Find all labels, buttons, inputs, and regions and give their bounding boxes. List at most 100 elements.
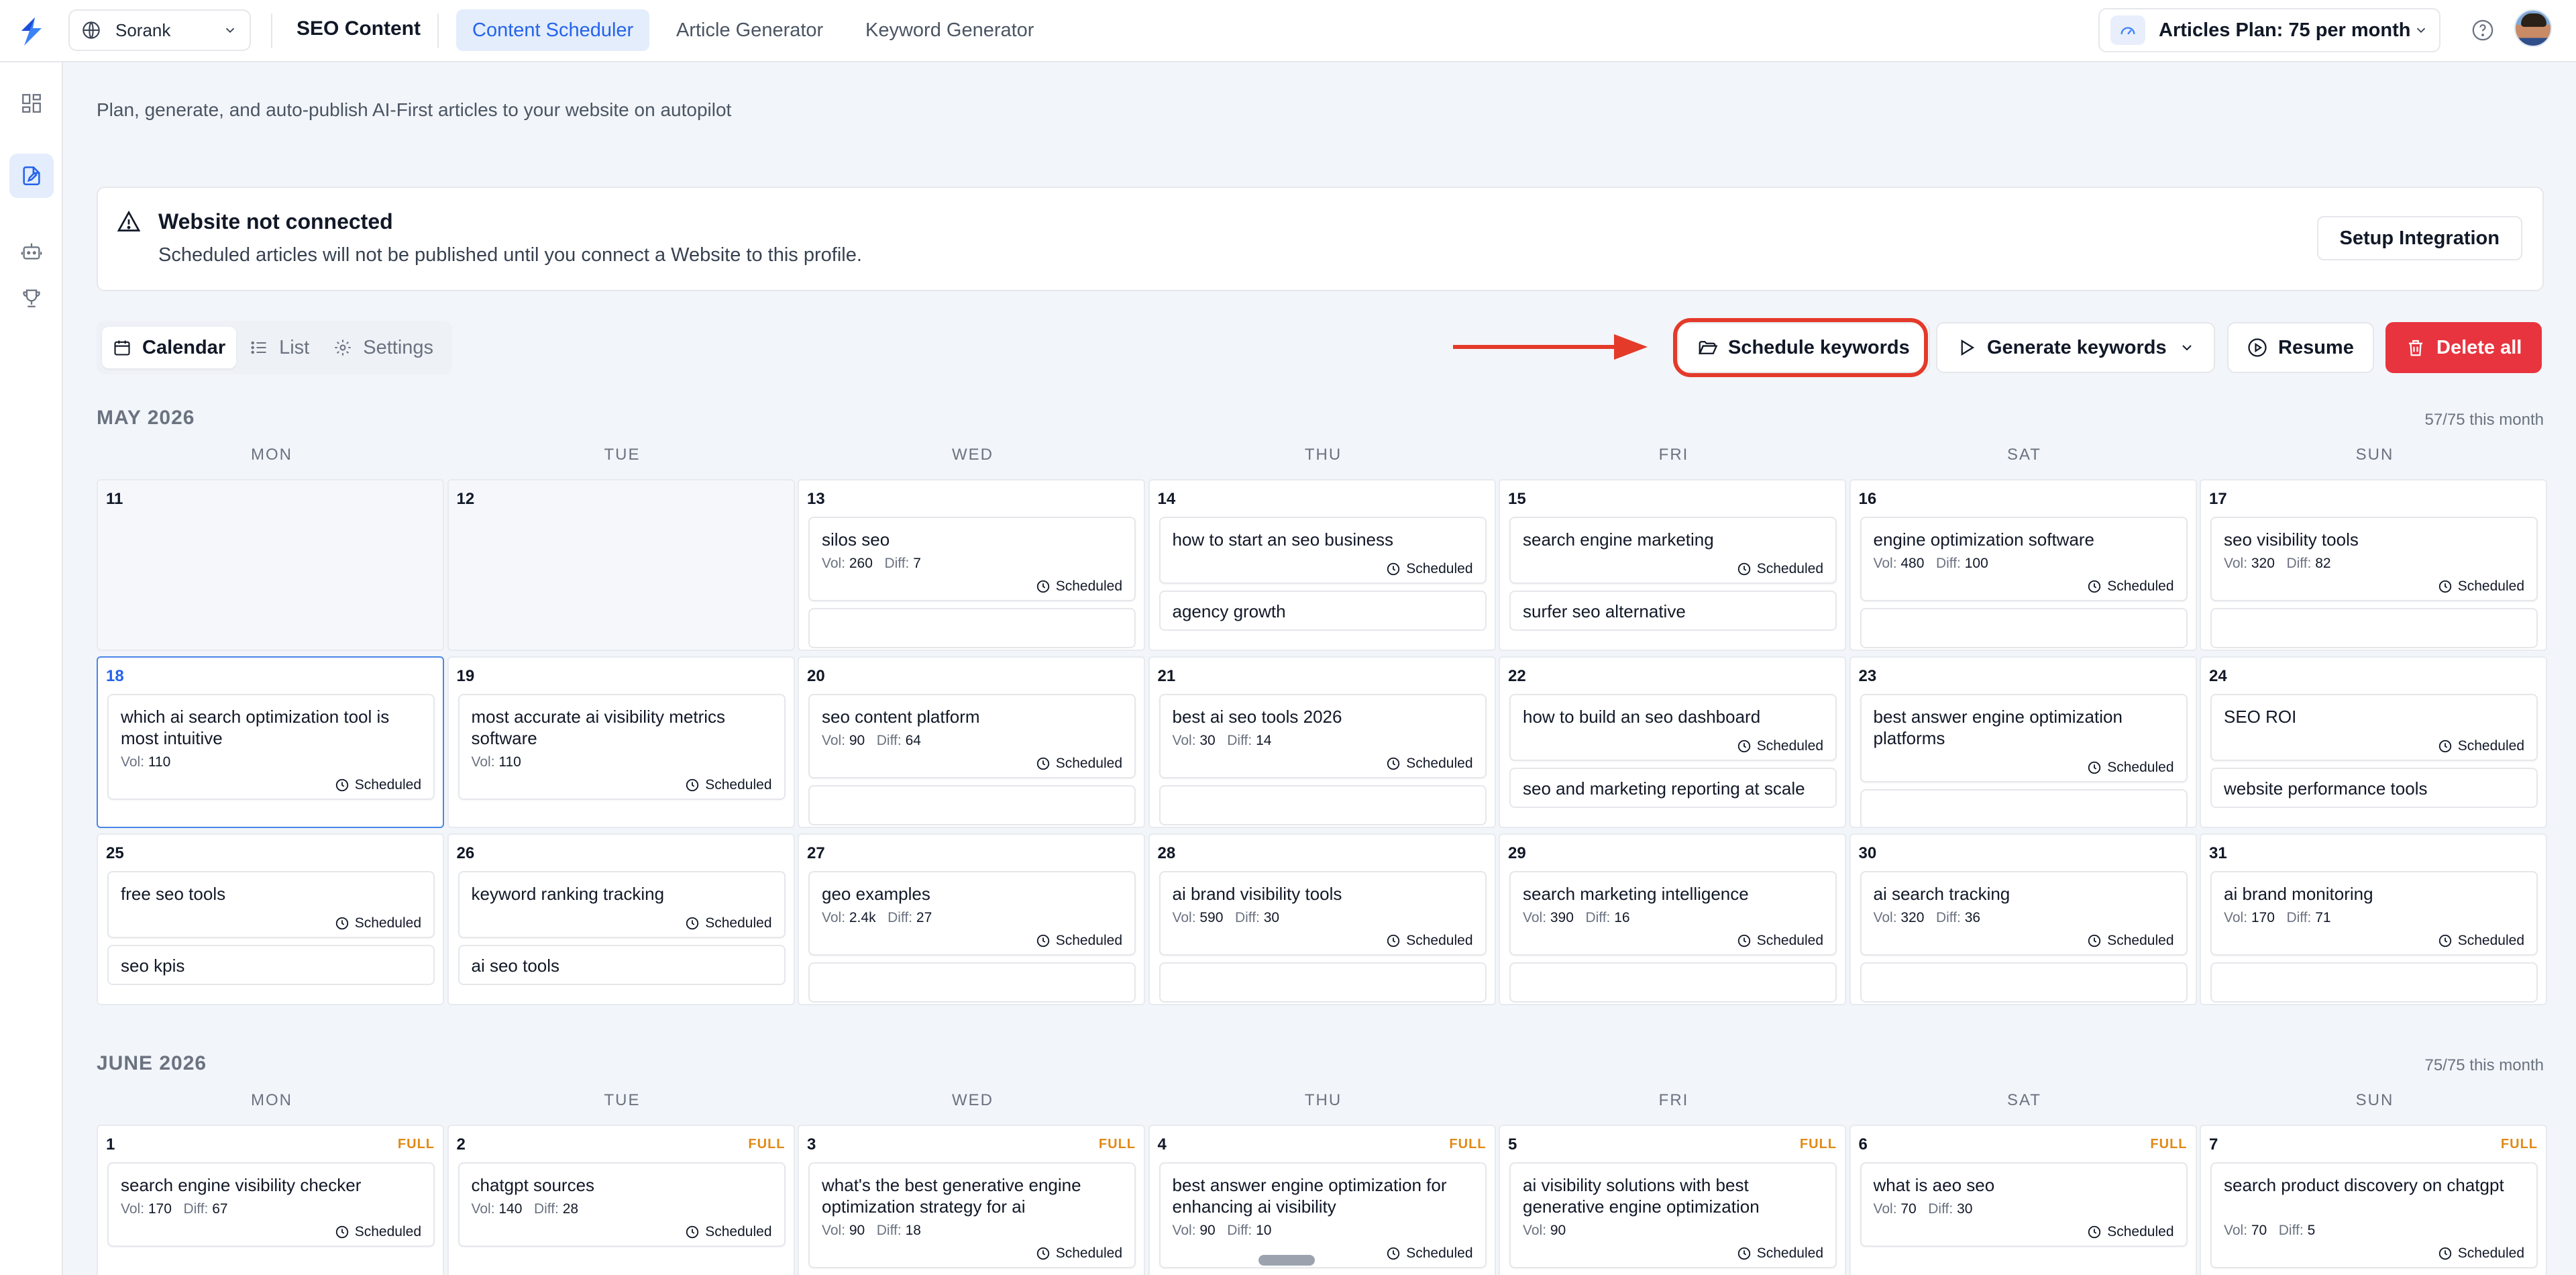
keyword-card[interactable]: best answer engine optimization platform… xyxy=(1860,694,2188,782)
clock-icon xyxy=(2088,761,2101,774)
keyword-card[interactable]: engine optimization software Vol: 480 Dif… xyxy=(1860,517,2188,601)
keyword-card[interactable]: ai brand monitoring Vol: 170 Diff: 71 Sche… xyxy=(2210,871,2538,956)
calendar-day[interactable]: 5 FULL ai visibility solutions with best g… xyxy=(1499,1125,1846,1275)
list-icon xyxy=(251,341,266,354)
keyword-card[interactable]: seo kpis xyxy=(107,945,435,985)
keyword-card[interactable]: best ai seo tools 2026 Vol: 30 Diff: 14 Sc… xyxy=(1159,694,1487,778)
keyword-card[interactable]: free seo tools Scheduled xyxy=(107,871,435,938)
keyword-metrics: Vol: 110 xyxy=(472,754,521,770)
generate-keywords-button[interactable]: Generate keywords xyxy=(1936,322,2215,373)
keyword-card[interactable] xyxy=(1860,789,2188,827)
keyword-card[interactable]: ai seo tools xyxy=(458,945,786,985)
keyword-card[interactable]: which ai search optimization tool is mos… xyxy=(107,694,435,800)
calendar-day[interactable]: 30 ai search tracking Vol: 320 Diff: 36 Sch… xyxy=(1849,833,2197,1005)
app-logo-icon[interactable] xyxy=(15,15,48,48)
calendar-day[interactable]: 16 engine optimization software Vol: 480 D… xyxy=(1849,479,2197,651)
delete-all-button[interactable]: Delete all xyxy=(2385,322,2542,373)
sidebar-item-bot[interactable] xyxy=(9,229,54,273)
keyword-card[interactable]: ai visibility solutions with best genera… xyxy=(1509,1162,1837,1268)
keyword-card[interactable]: what's the best generative engine optimi… xyxy=(808,1162,1136,1268)
setup-integration-button[interactable]: Setup Integration xyxy=(2316,216,2522,260)
calendar-day[interactable]: 21 best ai seo tools 2026 Vol: 30 Diff: 14… xyxy=(1148,656,1496,828)
plan-select[interactable]: Articles Plan: 75 per month xyxy=(2098,8,2440,52)
tab-settings[interactable]: Settings xyxy=(323,327,444,368)
keyword-card[interactable]: seo and marketing reporting at scale xyxy=(1509,768,1837,808)
sidebar-item-trophy[interactable] xyxy=(9,276,54,320)
tab-keyword-generator[interactable]: Keyword Generator xyxy=(849,9,1050,51)
calendar-day[interactable]: 22 how to build an seo dashboard Scheduled… xyxy=(1499,656,1846,828)
keyword-card[interactable] xyxy=(808,785,1136,825)
keyword-card[interactable] xyxy=(1860,962,2188,1003)
sidebar-item-dashboard[interactable] xyxy=(9,81,54,125)
workspace-select[interactable]: Sorank xyxy=(68,9,251,51)
keyword-card[interactable]: most accurate ai visibility metrics soft… xyxy=(458,694,786,800)
calendar-day[interactable]: 6 FULL what is aeo seo Vol: 70 Diff: 30 Sche… xyxy=(1849,1125,2197,1275)
keyword-card[interactable] xyxy=(808,962,1136,1003)
keyword-card[interactable]: geo examples Vol: 2.4k Diff: 27 Scheduled xyxy=(808,871,1136,956)
keyword-card[interactable] xyxy=(808,608,1136,648)
calendar-day[interactable]: 7 FULL search product discovery on chatgpt… xyxy=(2200,1125,2547,1275)
calendar-day[interactable]: 13 silos seo Vol: 260 Diff: 7 Scheduled xyxy=(798,479,1145,651)
keyword-card[interactable]: search marketing intelligence Vol: 390 Di… xyxy=(1509,871,1837,956)
calendar-day[interactable]: 18 which ai search optimization tool is m… xyxy=(97,656,444,828)
resume-button[interactable]: Resume xyxy=(2227,322,2374,373)
calendar-day[interactable]: 1 FULL search engine visibility checker Vol… xyxy=(97,1125,444,1275)
clock-icon xyxy=(2088,934,2101,948)
tab-calendar[interactable]: Calendar xyxy=(102,327,237,368)
keyword-card[interactable]: seo content platform Vol: 90 Diff: 64 Sche… xyxy=(808,694,1136,778)
keyword-card[interactable]: how to start an seo business Scheduled xyxy=(1159,517,1487,584)
keyword-card[interactable]: chatgpt sources Vol: 140 Diff: 28 Schedule… xyxy=(458,1162,786,1247)
calendar-day[interactable]: 14 how to start an seo business Scheduled a… xyxy=(1148,479,1496,651)
keyword-card[interactable] xyxy=(1509,962,1837,1003)
calendar-day[interactable]: 29 search marketing intelligence Vol: 390 … xyxy=(1499,833,1846,1005)
help-icon[interactable] xyxy=(2471,19,2494,42)
avatar[interactable] xyxy=(2514,9,2552,47)
calendar-day[interactable]: 28 ai brand visibility tools Vol: 590 Diff… xyxy=(1148,833,1496,1005)
tab-list[interactable]: List xyxy=(239,327,320,368)
keyword-card[interactable] xyxy=(2210,608,2538,648)
calendar-day[interactable]: 19 most accurate ai visibility metrics so… xyxy=(447,656,795,828)
calendar-day[interactable]: 20 seo content platform Vol: 90 Diff: 64 Sc… xyxy=(798,656,1145,828)
keyword-card[interactable]: best answer engine optimization for enha… xyxy=(1159,1162,1487,1268)
day-number: 3 xyxy=(807,1135,816,1154)
tab-article-generator[interactable]: Article Generator xyxy=(660,9,839,51)
calendar-day[interactable]: 23 best answer engine optimization platfo… xyxy=(1849,656,2197,828)
keyword-card[interactable]: what is aeo seo Vol: 70 Diff: 30 Scheduled xyxy=(1860,1162,2188,1247)
weekday-label: WED xyxy=(952,446,994,464)
keyword-card[interactable]: how to build an seo dashboard Scheduled xyxy=(1509,694,1837,761)
sidebar-item-seo-content[interactable] xyxy=(9,154,54,198)
keyword-card[interactable]: seo visibility tools Vol: 320 Diff: 82 Sch… xyxy=(2210,517,2538,601)
keyword-card[interactable] xyxy=(1860,608,2188,648)
keyword-card[interactable]: agency growth xyxy=(1159,591,1487,631)
vol-label: Vol: xyxy=(822,556,846,571)
tab-content-scheduler[interactable]: Content Scheduler xyxy=(456,9,650,51)
calendar-day[interactable]: 26 keyword ranking tracking Scheduled ai se… xyxy=(447,833,795,1005)
calendar-day[interactable]: 2 FULL chatgpt sources Vol: 140 Diff: 28 Sch… xyxy=(447,1125,795,1275)
keyword-card[interactable]: ai search tracking Vol: 320 Diff: 36 Sched… xyxy=(1860,871,2188,956)
keyword-card[interactable] xyxy=(1159,962,1487,1003)
keyword-card[interactable]: surfer seo alternative xyxy=(1509,591,1837,631)
calendar-day[interactable]: 12 xyxy=(447,479,795,651)
calendar-day[interactable]: 17 seo visibility tools Vol: 320 Diff: 82 S… xyxy=(2200,479,2547,651)
keyword-card[interactable]: silos seo Vol: 260 Diff: 7 Scheduled xyxy=(808,517,1136,601)
calendar-day[interactable]: 31 ai brand monitoring Vol: 170 Diff: 71 Sc… xyxy=(2200,833,2547,1005)
keyword-card[interactable]: search product discovery on chatgpt Vol: … xyxy=(2210,1162,2538,1268)
calendar-day[interactable]: 11 xyxy=(97,479,444,651)
keyword-card[interactable] xyxy=(1159,785,1487,825)
scroll-handle[interactable] xyxy=(1258,1255,1315,1266)
status-label: Scheduled xyxy=(705,915,772,931)
status-label: Scheduled xyxy=(354,915,421,931)
calendar-day[interactable]: 27 geo examples Vol: 2.4k Diff: 27 Schedule… xyxy=(798,833,1145,1005)
keyword-card[interactable]: ai brand visibility tools Vol: 590 Diff: … xyxy=(1159,871,1487,956)
keyword-card[interactable]: website performance tools xyxy=(2210,768,2538,808)
calendar-day[interactable]: 4 FULL best answer engine optimization for… xyxy=(1148,1125,1496,1275)
calendar-day[interactable]: 25 free seo tools Scheduled seo kpis xyxy=(97,833,444,1005)
keyword-card[interactable]: keyword ranking tracking Scheduled xyxy=(458,871,786,938)
calendar-day[interactable]: 24 SEO ROI Scheduled website performance to… xyxy=(2200,656,2547,828)
keyword-card[interactable]: SEO ROI Scheduled xyxy=(2210,694,2538,761)
keyword-card[interactable]: search engine marketing Scheduled xyxy=(1509,517,1837,584)
keyword-card[interactable]: search engine visibility checker Vol: 170… xyxy=(107,1162,435,1247)
calendar-day[interactable]: 3 FULL what's the best generative engine o… xyxy=(798,1125,1145,1275)
keyword-card[interactable] xyxy=(2210,962,2538,1003)
calendar-day[interactable]: 15 search engine marketing Scheduled surfer… xyxy=(1499,479,1846,651)
